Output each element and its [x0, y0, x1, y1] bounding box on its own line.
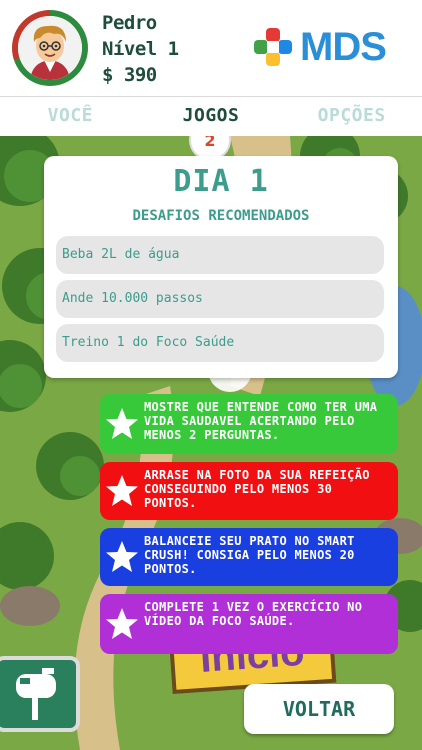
- task-text: BALANCEIE SEU PRATO NO SMART CRUSH! CONS…: [144, 534, 355, 576]
- avatar-image: [18, 16, 82, 80]
- challenge-item[interactable]: Beba 2L de água: [56, 236, 384, 274]
- task-text: COMPLETE 1 VEZ O EXERCÍCIO NO VÍDEO DA F…: [144, 600, 363, 628]
- tab-voce[interactable]: VOCÊ: [0, 97, 141, 136]
- task-text: ARRASE NA FOTO DA SUA REFEIÇÃO CONSEGUIN…: [144, 468, 370, 510]
- back-button[interactable]: VOLTAR: [244, 684, 394, 734]
- day-card: DIA 1 DESAFIOS RECOMENDADOS Beba 2L de á…: [44, 156, 398, 378]
- star-icon: [106, 541, 138, 572]
- tab-opcoes[interactable]: OPÇÕES: [281, 97, 422, 136]
- task-text: MOSTRE QUE ENTENDE COMO TER UMA VIDA SAU…: [144, 400, 378, 442]
- tab-bar: VOCÊ JOGOS OPÇÕES: [0, 96, 422, 136]
- avatar[interactable]: [12, 10, 88, 86]
- profile-header: Pedro Nível 1 $ 390 MDS: [0, 0, 422, 96]
- mds-cross-icon: [254, 28, 292, 66]
- user-name: Pedro: [102, 12, 157, 34]
- user-level: Nível 1: [102, 38, 179, 60]
- task-smart-crush[interactable]: BALANCEIE SEU PRATO NO SMART CRUSH! CONS…: [100, 528, 398, 586]
- task-video-exercise[interactable]: COMPLETE 1 VEZ O EXERCÍCIO NO VÍDEO DA F…: [100, 594, 398, 654]
- user-money: $ 390: [102, 64, 157, 86]
- star-icon: [106, 408, 138, 439]
- challenge-item[interactable]: Treino 1 do Foco Saúde: [56, 324, 384, 362]
- svg-text:2: 2: [204, 136, 215, 150]
- task-quiz[interactable]: MOSTRE QUE ENTENDE COMO TER UMA VIDA SAU…: [100, 394, 398, 454]
- mds-logo: MDS: [252, 24, 412, 70]
- task-meal-photo[interactable]: ARRASE NA FOTO DA SUA REFEIÇÃO CONSEGUIN…: [100, 462, 398, 520]
- user-info: Pedro Nível 1 $ 390: [102, 10, 179, 88]
- star-icon: [106, 608, 138, 639]
- tab-jogos[interactable]: JOGOS: [141, 97, 282, 136]
- mailbox-button[interactable]: [0, 656, 80, 732]
- mailbox-icon: [16, 668, 56, 720]
- star-icon: [106, 475, 138, 506]
- logo-text: MDS: [300, 24, 387, 69]
- challenge-item[interactable]: Ande 10.000 passos: [56, 280, 384, 318]
- day-title: DIA 1: [173, 164, 269, 199]
- day-subtitle: DESAFIOS RECOMENDADOS: [132, 208, 310, 224]
